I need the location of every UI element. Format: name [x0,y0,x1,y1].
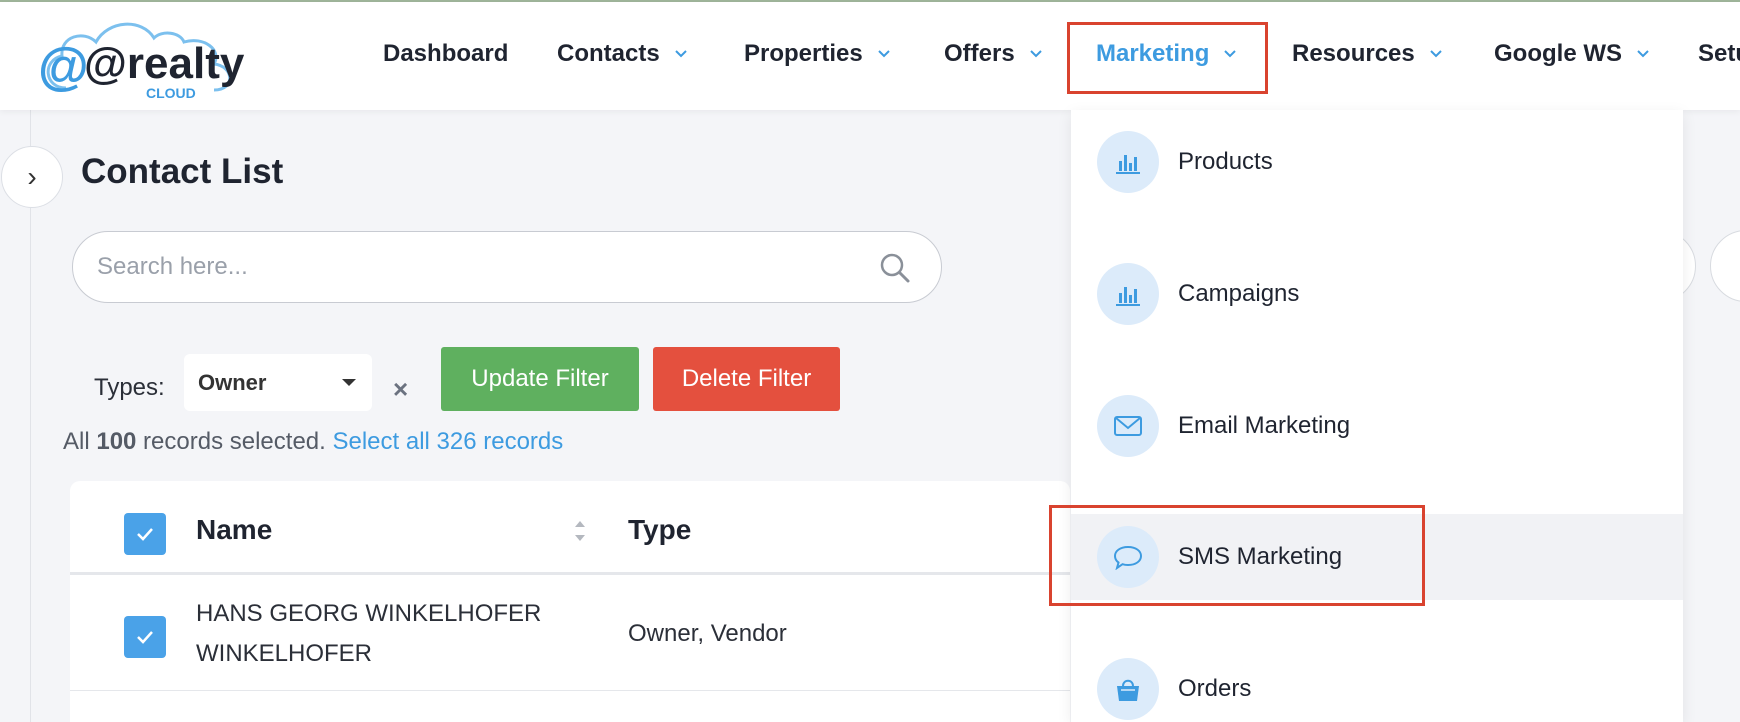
chevron-down-icon [878,50,890,58]
nav-label: Dashboard [383,40,509,67]
delete-filter-button[interactable]: Delete Filter [653,347,840,411]
table-header: Name Type [70,481,1070,575]
nav-label: Google WS [1494,40,1622,67]
nav-marketing[interactable]: Marketing [1096,40,1237,68]
contacts-table: Name Type HANS GEORG WINKELHOFER WINKELH… [70,481,1070,722]
nav-google-ws[interactable]: Google WS [1494,40,1650,68]
envelope-icon [1097,395,1159,457]
nav-properties[interactable]: Properties [744,40,891,68]
menu-item-label: Email Marketing [1178,412,1351,439]
nav-label: Marketing [1096,40,1210,67]
update-filter-button[interactable]: Update Filter [441,347,639,411]
clear-filter-icon[interactable]: × [393,374,408,405]
menu-item-products[interactable]: Products [1071,119,1683,205]
round-action-button[interactable] [1710,230,1740,302]
shopping-bag-icon [1097,658,1159,720]
nav-setup[interactable]: Setu [1698,40,1740,68]
sort-icon[interactable] [572,516,588,546]
page-title: Contact List [81,152,284,191]
menu-item-label: Orders [1178,675,1252,702]
chevron-down-icon [1430,50,1442,58]
nav-label: Properties [744,40,863,67]
column-header-type[interactable]: Type [628,514,691,546]
caret-down-icon [342,379,356,386]
selection-middle: records selected. [136,428,333,455]
row-type: Owner, Vendor [628,620,787,647]
sidebar-toggle-button[interactable]: › [1,146,63,208]
checkmark-icon [137,631,153,644]
menu-item-label: Campaigns [1178,280,1300,307]
nav-label: Setu [1698,40,1740,67]
selection-status: All 100 records selected. Select all 326… [63,428,563,456]
bar-chart-icon [1097,263,1159,325]
select-all-records-link[interactable]: Select all 326 records [332,428,563,455]
menu-item-label: SMS Marketing [1178,543,1343,570]
nav-resources[interactable]: Resources [1292,40,1443,68]
chevron-down-icon [1029,50,1042,58]
menu-item-label: Products [1178,148,1273,175]
selection-count: 100 [96,428,137,455]
types-select[interactable]: Owner [184,354,372,411]
top-navbar: @ @realty CLOUD Dashboard Contacts Prope… [0,2,1740,110]
search-bar [72,231,942,303]
row-name-line2: WINKELHOFER [196,640,373,667]
select-all-checkbox[interactable] [124,513,166,555]
row-checkbox[interactable] [124,616,166,658]
checkmark-icon [137,528,153,541]
menu-item-sms-marketing[interactable]: SMS Marketing [1071,514,1683,600]
nav-contacts[interactable]: Contacts [557,40,688,68]
chevron-down-icon [1637,50,1649,58]
menu-item-orders[interactable]: Orders [1071,646,1683,722]
chevron-down-icon [1224,50,1237,58]
logo-at-mark: @ [38,38,89,96]
search-input[interactable] [97,232,877,302]
menu-item-campaigns[interactable]: Campaigns [1071,251,1683,337]
nav-label: Offers [944,40,1015,67]
column-header-name[interactable]: Name [196,514,272,546]
chevron-right-icon: › [27,161,37,192]
bar-chart-icon [1097,131,1159,193]
marketing-dropdown-menu: Products Campaigns Email Marketing SMS M… [1071,110,1683,722]
chevron-down-icon [674,50,687,58]
types-selected-value: Owner [198,369,267,395]
selection-prefix: All [63,428,97,455]
menu-item-email-marketing[interactable]: Email Marketing [1071,383,1683,469]
nav-dashboard[interactable]: Dashboard [383,40,508,68]
nav-offers[interactable]: Offers [944,40,1043,68]
table-row[interactable]: HANS GEORG WINKELHOFER WINKELHOFER Owner… [70,578,1070,691]
logo-main-text: @realty [84,39,245,88]
row-name-line1: HANS GEORG WINKELHOFER [196,600,542,627]
chat-bubble-icon [1097,526,1159,588]
nav-label: Contacts [557,40,660,67]
logo-sub-text: CLOUD [146,85,196,101]
types-label: Types: [94,374,165,401]
realty-cloud-logo[interactable]: @ @realty CLOUD [38,10,263,102]
nav-label: Resources [1292,40,1415,67]
search-icon[interactable] [879,252,911,284]
